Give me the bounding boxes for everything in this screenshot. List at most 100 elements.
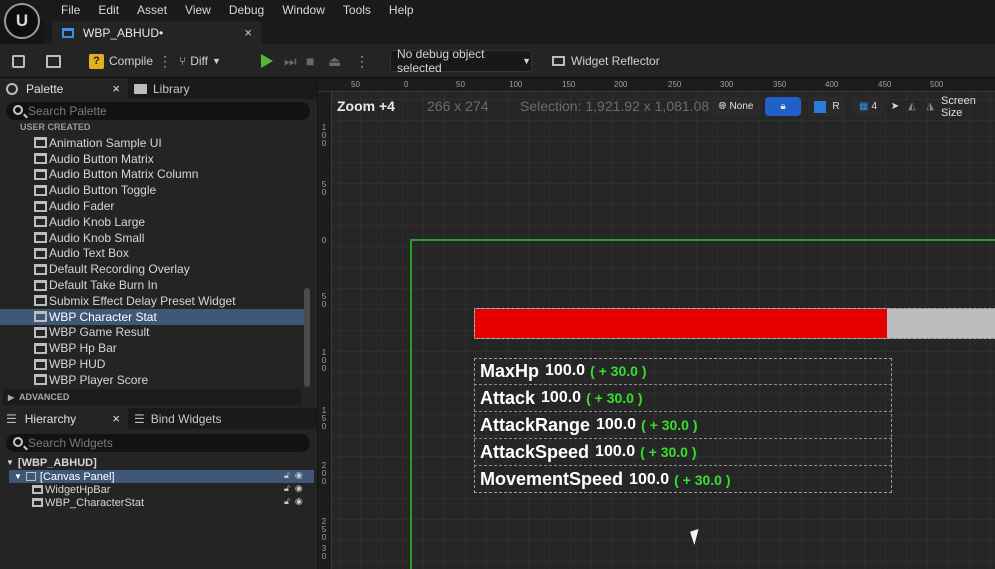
bind-widgets-icon: ☰: [134, 411, 145, 426]
palette-item[interactable]: Submix Effect Delay Preset Widget: [0, 293, 305, 309]
debug-object-dropdown[interactable]: No debug object selected ▼: [390, 47, 532, 75]
grid-snap-toggle[interactable]: ▦ 4: [852, 97, 884, 116]
palette-item[interactable]: Audio Button Toggle: [0, 182, 305, 198]
grid-count: 4: [871, 101, 877, 112]
close-icon[interactable]: ×: [112, 411, 120, 426]
menu-file[interactable]: File: [52, 2, 89, 18]
palette-scroll-thumb[interactable]: [304, 288, 310, 387]
tab-hierarchy[interactable]: ☰ Hierarchy ×: [0, 408, 128, 429]
eye-icon[interactable]: ◉: [295, 483, 303, 494]
palette-item[interactable]: WBP Player Score: [0, 372, 305, 388]
hierarchy-canvas-panel[interactable]: ▼ [Canvas Panel]: [14, 470, 115, 483]
play-icon: [261, 54, 273, 68]
palette-item-label: Default Recording Overlay: [49, 262, 190, 277]
stat-name: MaxHp: [480, 360, 540, 381]
dpi-icon: ◮: [926, 101, 934, 112]
library-folder-icon: [134, 83, 147, 94]
localization-preview-button[interactable]: 🌐︎ None: [711, 97, 761, 116]
tab-hierarchy-label: Hierarchy: [24, 411, 77, 426]
eye-icon[interactable]: ◉: [295, 470, 303, 481]
save-button[interactable]: [12, 50, 25, 72]
menu-tools[interactable]: Tools: [334, 2, 380, 18]
tab-bind-widgets[interactable]: ☰ Bind Widgets: [134, 408, 254, 429]
browse-button[interactable]: [46, 50, 61, 72]
menu-view[interactable]: View: [176, 2, 220, 18]
palette-item[interactable]: WBP HUD: [0, 356, 305, 372]
stat-val: 100.0: [595, 443, 636, 460]
screen-size-dropdown[interactable]: Screen Size: [941, 95, 995, 119]
hierarchy-item-widgethpbar[interactable]: WidgetHpBar: [32, 483, 110, 496]
lock-icon[interactable]: 🔓︎: [284, 496, 290, 507]
diff-button[interactable]: ⑂ Diff ▼: [179, 50, 221, 72]
widget-icon: [34, 200, 47, 212]
palette-item[interactable]: Audio Knob Small: [0, 230, 305, 246]
step-button[interactable]: ⏭: [284, 50, 297, 72]
palette-item[interactable]: WBP Hp Bar: [0, 340, 305, 356]
play-button[interactable]: [261, 50, 273, 72]
widget-reflector-button[interactable]: Widget Reflector: [552, 50, 660, 72]
palette-search-input[interactable]: Search Palette: [6, 102, 310, 120]
palette-item-label: WBP Player Score: [49, 372, 149, 387]
widget-icon: [34, 374, 47, 386]
unreal-logo-icon[interactable]: U: [4, 3, 40, 39]
compile-options-icon[interactable]: ⋮: [158, 53, 172, 70]
tab-palette[interactable]: Palette ×: [0, 78, 128, 99]
dpi-preview-button[interactable]: ◮: [922, 97, 938, 116]
stat-bonus: ( + 30.0 ): [674, 471, 731, 488]
globe-icon: 🌐︎: [718, 101, 727, 112]
palette-item[interactable]: WBP Game Result: [0, 325, 305, 341]
palette-item[interactable]: Animation Sample UI: [0, 135, 305, 151]
lock-icon[interactable]: 🔓︎: [284, 470, 290, 481]
hierarchy-item-characterstat[interactable]: WBP_CharacterStat: [32, 496, 144, 509]
palette-item-label: Audio Button Toggle: [49, 183, 157, 198]
eye-icon[interactable]: ◉: [295, 496, 303, 507]
render-toggle[interactable]: R: [808, 97, 846, 116]
stat-val: 100.0: [596, 416, 637, 433]
close-tab-icon[interactable]: ×: [244, 25, 252, 40]
tab-library[interactable]: Library: [134, 78, 234, 99]
stop-button[interactable]: ■: [306, 50, 314, 72]
palette-item[interactable]: Audio Fader: [0, 198, 305, 214]
none-label: None: [729, 101, 754, 112]
lock-icon[interactable]: 🔓︎: [284, 483, 290, 494]
stat-row: AttackSpeed 100.0( + 30.0 ): [474, 439, 892, 466]
widget-search-input[interactable]: Search Widgets: [6, 434, 310, 452]
widget-icon: [34, 137, 47, 149]
category-user-created[interactable]: USER CREATED: [0, 122, 90, 134]
close-icon[interactable]: ×: [112, 81, 120, 96]
category-advanced[interactable]: ▶ ADVANCED: [3, 389, 301, 405]
palette-item-label: WBP HUD: [49, 357, 106, 372]
palette-item[interactable]: WBP Character Stat: [0, 308, 305, 325]
palette-item[interactable]: Audio Text Box: [0, 246, 305, 262]
palette-item[interactable]: Default Recording Overlay: [0, 261, 305, 277]
palette-item[interactable]: Default Take Burn In: [0, 277, 305, 293]
menu-window[interactable]: Window: [273, 2, 334, 18]
compile-label: Compile: [109, 54, 154, 68]
palette-item[interactable]: Audio Button Matrix: [0, 151, 305, 167]
menu-help[interactable]: Help: [380, 2, 423, 18]
ruler-left-label: 5 0: [321, 180, 327, 197]
eject-button[interactable]: ⏏: [328, 50, 341, 72]
hierarchy-root[interactable]: ▼ [WBP_ABHUD]: [6, 456, 97, 469]
menu-asset[interactable]: Asset: [128, 2, 176, 18]
play-options-button[interactable]: ⋮: [350, 50, 369, 72]
ruler-top-label: 500: [930, 80, 944, 89]
menu-edit[interactable]: Edit: [89, 2, 128, 18]
chevron-down-icon: ▼: [14, 472, 22, 481]
palette-item[interactable]: Audio Button Matrix Column: [0, 167, 305, 183]
r-label: R: [832, 101, 840, 112]
document-tab[interactable]: WBP_ABHUD• ×: [52, 21, 262, 44]
device-preview-button[interactable]: ◭: [904, 97, 920, 116]
compile-button[interactable]: ? Compile ⋮: [89, 50, 172, 72]
canvas-lock-visibility: 🔓︎ ◉: [284, 470, 303, 481]
respect-locks-toggle[interactable]: 🔒︎: [765, 97, 801, 116]
ruler-left-label: 1 0 0: [321, 123, 327, 148]
palette-item-label: WBP Game Result: [49, 325, 150, 340]
grid-icon: ▦: [858, 101, 869, 112]
transform-mode-button[interactable]: ➤: [887, 97, 903, 116]
stat-lock-visibility: 🔓︎ ◉: [284, 496, 303, 507]
widget-icon: [34, 263, 47, 275]
palette-item[interactable]: Audio Knob Large: [0, 214, 305, 230]
stat-val: 100.0: [541, 389, 582, 406]
menu-debug[interactable]: Debug: [220, 2, 273, 18]
